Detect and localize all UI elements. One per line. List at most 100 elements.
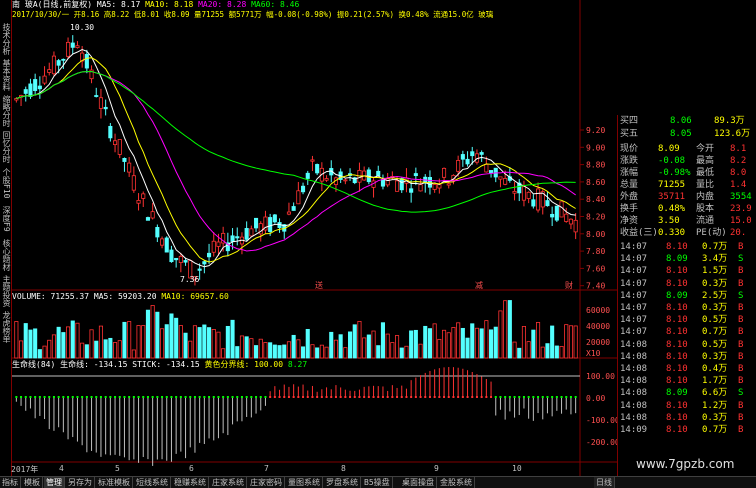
stat-label: 外盘 — [620, 192, 639, 202]
zero-dot — [316, 396, 319, 398]
volume-bar — [61, 332, 66, 359]
zero-dot — [443, 396, 446, 398]
bottom-tab-10[interactable]: 罗盘系统 — [324, 477, 361, 488]
volume-bar — [192, 325, 197, 359]
tick-side: B — [738, 266, 744, 277]
price-axis-label-2: 8.80 — [586, 161, 605, 170]
volume-header: VOLUME: 71255.37 MA5: 59203.20 MA10: 696… — [12, 292, 229, 302]
candle — [432, 184, 437, 190]
left-tab-0[interactable]: 技术分析 — [0, 22, 11, 56]
zero-dot — [175, 396, 178, 398]
volume-bar — [573, 325, 578, 359]
tick-row: 14:08 8.09 6.6万 S — [618, 387, 756, 399]
left-tab-3[interactable]: 回忆分时 — [0, 130, 11, 164]
zero-dot — [236, 396, 239, 398]
indicator-header: 生命线(84) 生命线: -134.15 STICK: -134.15 黄色分界… — [12, 360, 307, 370]
stat-value: 0.330 — [658, 228, 686, 238]
left-tab-7[interactable]: 主题投资 — [0, 274, 11, 308]
stat-value: 0.48% — [658, 204, 686, 214]
volume-bar — [470, 323, 475, 359]
bottom-tab-11[interactable]: B5操盘 — [362, 477, 393, 488]
tick-price: 8.10 — [666, 339, 688, 350]
bottom-tab-13[interactable]: 金股系统 — [438, 477, 475, 488]
zero-dot — [48, 396, 51, 398]
ma10-value: MA10: 8.18 — [145, 0, 194, 9]
volume-bar — [451, 327, 456, 359]
volume-bar — [343, 347, 348, 359]
volume-bar — [221, 348, 226, 359]
tick-time: 14:08 — [620, 376, 648, 387]
date-label-1: 4 — [59, 464, 64, 473]
price-axis-label-7: 7.80 — [586, 247, 605, 256]
tick-time: 14:09 — [620, 425, 648, 435]
candle — [531, 199, 536, 207]
bottom-tab-5[interactable]: 短线系统 — [134, 477, 171, 488]
volume-bar — [122, 321, 127, 359]
tick-volume: 2.5万 — [702, 290, 728, 301]
left-tab-1[interactable]: 基本资料 — [0, 58, 11, 92]
volume-bar — [550, 325, 555, 359]
tick-side: B — [738, 400, 744, 411]
candle — [136, 200, 141, 204]
volume-bar — [216, 331, 221, 359]
candle — [56, 60, 61, 66]
bid-price: 8.06 — [670, 116, 692, 126]
volume-bar — [230, 319, 235, 359]
volume-bar — [296, 339, 301, 359]
tick-row: 14:07 8.10 0.7万 B — [618, 326, 756, 338]
bottom-tab-3[interactable]: 另存为 — [66, 477, 95, 488]
candle — [160, 238, 165, 246]
left-tab-4[interactable]: 个股F10 — [0, 166, 11, 200]
candle — [310, 159, 315, 162]
tick-row: 14:09 8.10 0.7万 B — [618, 424, 756, 436]
tick-side: B — [738, 376, 744, 387]
bottom-tab-9[interactable]: 量图系统 — [286, 477, 323, 488]
zero-dot — [367, 396, 370, 398]
bottom-tab-0[interactable]: 指标 — [0, 477, 21, 488]
candle — [395, 180, 400, 192]
zero-dot — [424, 396, 427, 398]
bottom-tab-12[interactable]: 桌面操盘 — [400, 477, 437, 488]
left-tab-5[interactable]: 深度F9 — [0, 202, 11, 236]
bottom-tab-4[interactable]: 标准模板 — [96, 477, 133, 488]
candle — [230, 235, 235, 242]
tick-row: 14:08 8.10 0.5万 B — [618, 339, 756, 351]
tick-price: 8.09 — [666, 290, 688, 301]
tick-side: S — [738, 254, 744, 265]
zero-dot — [508, 396, 511, 398]
bottom-tab-2[interactable]: 管理 — [44, 477, 65, 488]
stat-value: 8.09 — [658, 144, 680, 154]
volume-bar — [413, 329, 418, 359]
stat-label: 最低 — [696, 168, 715, 178]
left-tab-8[interactable]: 龙虎榜单 — [0, 310, 11, 344]
zero-dot — [52, 396, 55, 398]
volume-bar — [432, 323, 437, 359]
bid-price: 8.05 — [670, 129, 692, 139]
zero-dot — [128, 396, 131, 398]
tick-row: 14:07 8.10 0.3万 B — [618, 302, 756, 314]
zero-dot — [283, 396, 286, 398]
candle — [545, 200, 550, 207]
zero-dot — [560, 396, 563, 398]
zero-dot — [513, 396, 516, 398]
zero-dot — [372, 396, 375, 398]
tick-volume: 0.7万 — [702, 327, 728, 338]
price-axis-label-9: 7.40 — [586, 282, 605, 291]
daily-period-tab[interactable]: 日线 — [594, 477, 615, 488]
bottom-tab-6[interactable]: 稳赚系统 — [172, 477, 209, 488]
low-price-annotation: 7.36 — [180, 275, 199, 284]
bottom-tab-1[interactable]: 模板 — [22, 477, 43, 488]
tick-row: 14:07 8.10 0.5万 B — [618, 314, 756, 326]
kline-chart[interactable]: 9.20 9.00 8.80 8.60 8.40 8.20 8.00 7.80 7.60 7.40… — [0, 0, 617, 476]
volume-bar — [84, 344, 89, 359]
date-axis: 2017年 4 5 6 7 8 9 10 — [11, 463, 606, 475]
bottom-tab-8[interactable]: 庄家密码 — [248, 477, 285, 488]
bottom-tab-7[interactable]: 庄家系统 — [210, 477, 247, 488]
left-tab-2[interactable]: 缩略分时 — [0, 94, 11, 128]
candle — [301, 185, 306, 193]
left-tab-6[interactable]: 核心题材 — [0, 238, 11, 272]
zero-dot — [90, 396, 93, 398]
candle — [479, 152, 484, 155]
tick-row: 14:08 8.10 0.4万 B — [618, 363, 756, 375]
zero-dot — [222, 396, 225, 398]
